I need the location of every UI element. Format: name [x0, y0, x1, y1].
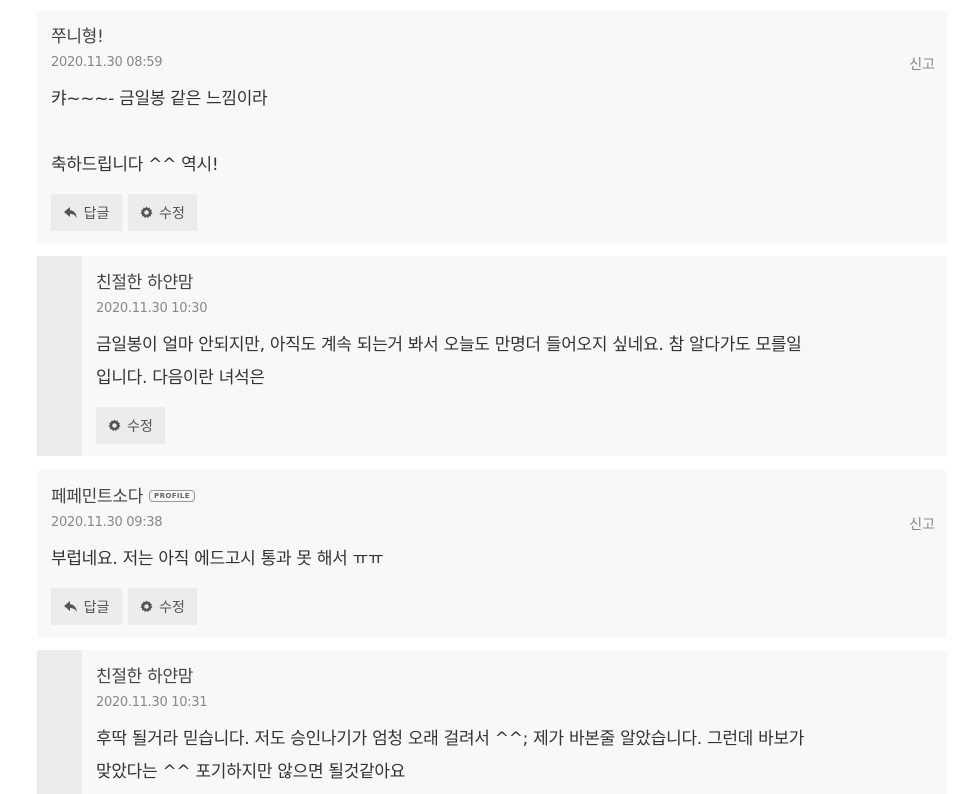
- report-link[interactable]: 신고: [909, 54, 935, 74]
- reply-arrow-icon: [63, 206, 78, 219]
- comment-text: 후딱 될거라 믿습니다. 저도 승인나기가 엄청 오래 걸려서 ^^; 제가 바…: [96, 729, 805, 749]
- comment-date: 2020.11.30 09:38: [51, 515, 163, 530]
- reply-button[interactable]: 답글: [51, 588, 122, 625]
- reply-comment-item: 친절한 하얀맘 2020.11.30 10:31 후딱 될거라 믿습니다. 저도…: [37, 650, 947, 794]
- comment-date: 2020.11.30 10:31: [96, 695, 208, 710]
- edit-button[interactable]: 수정: [128, 588, 197, 625]
- comment-author[interactable]: 친절한 하얀맘: [96, 662, 193, 687]
- edit-button[interactable]: 수정: [96, 407, 165, 444]
- gear-icon: [108, 419, 121, 432]
- gear-icon: [140, 600, 153, 613]
- comment-text: 부럽네요. 저는 아직 에드고시 통과 못 해서 ㅠㅠ: [51, 549, 384, 569]
- comment-text: 입니다. 다음이란 녀석은: [96, 368, 265, 388]
- reply-button-label: 답글: [83, 599, 110, 616]
- comment-date: 2020.11.30 08:59: [51, 55, 163, 70]
- profile-badge[interactable]: PROFILE: [149, 489, 195, 502]
- comment-item: 페페민트소다 PROFILE 2020.11.30 09:38 신고 부럽네요. …: [37, 470, 947, 637]
- comment-author[interactable]: 페페민트소다 PROFILE: [51, 482, 195, 507]
- comment-author-name: 페페민트소다: [51, 487, 144, 507]
- edit-button-label: 수정: [159, 205, 185, 222]
- reply-indent-bar: [37, 256, 82, 456]
- comment-text: 캬~~~- 금일봉 같은 느낌이라: [51, 89, 268, 109]
- edit-button[interactable]: 수정: [128, 194, 197, 231]
- reply-comment-item: 친절한 하얀맘 2020.11.30 10:30 금일봉이 얼마 안되지만, 아…: [37, 256, 947, 456]
- reply-arrow-icon: [63, 600, 78, 613]
- gear-icon: [140, 206, 153, 219]
- comment-item: 쭈니형! 2020.11.30 08:59 신고 캬~~~- 금일봉 같은 느낌…: [37, 10, 947, 243]
- reply-indent-bar: [37, 650, 82, 794]
- reply-button[interactable]: 답글: [51, 194, 122, 231]
- report-link[interactable]: 신고: [909, 514, 935, 534]
- reply-button-label: 답글: [83, 205, 110, 222]
- comment-author[interactable]: 쭈니형!: [51, 22, 104, 47]
- edit-button-label: 수정: [159, 599, 185, 616]
- comment-date: 2020.11.30 10:30: [96, 301, 208, 316]
- comment-author[interactable]: 친절한 하얀맘: [96, 268, 193, 293]
- comment-text: 축하드립니다 ^^ 역시!: [51, 155, 219, 175]
- comment-text: 맞았다는 ^^ 포기하지만 않으면 될것같아요: [96, 762, 406, 782]
- edit-button-label: 수정: [127, 418, 153, 435]
- comment-text: 금일봉이 얼마 안되지만, 아직도 계속 되는거 봐서 오늘도 만명더 들어오지…: [96, 335, 802, 355]
